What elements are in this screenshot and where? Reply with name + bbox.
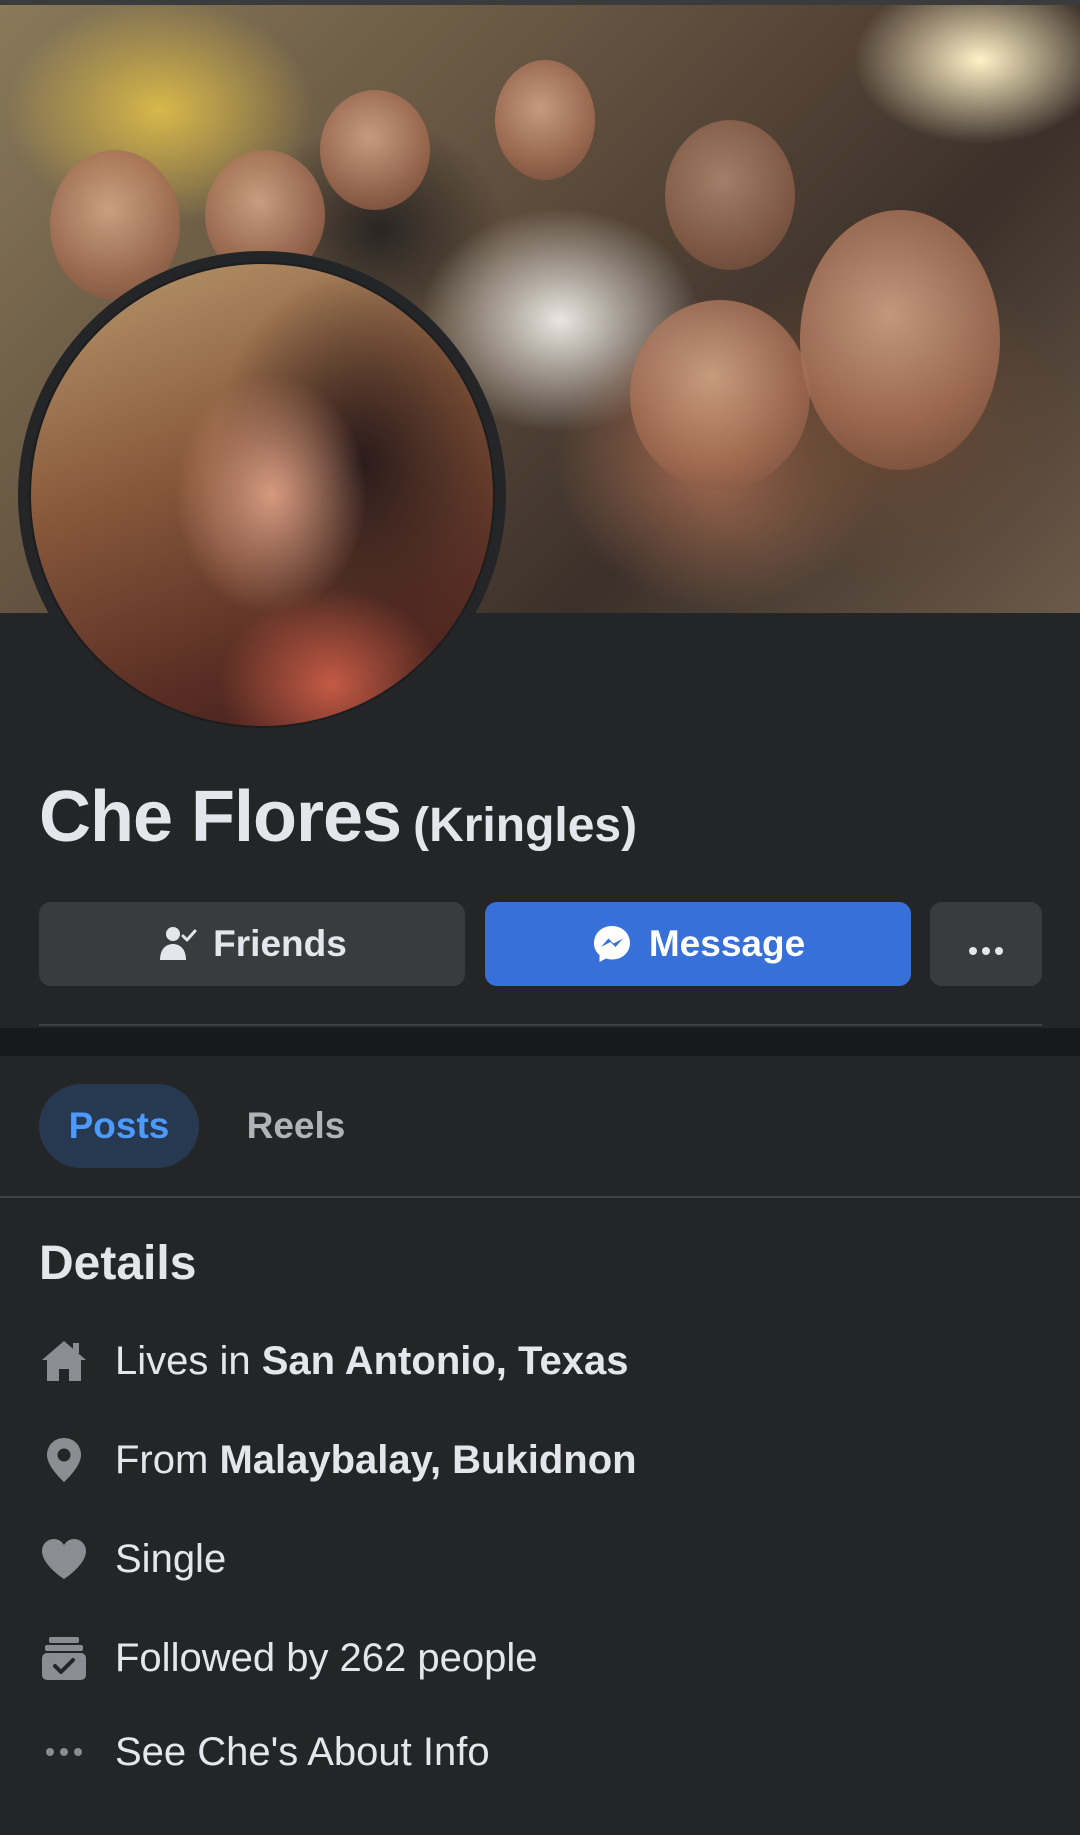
detail-about-text[interactable]: See Che's About Info: [115, 1730, 490, 1775]
profile-name: Che Flores: [39, 777, 402, 857]
more-dots-icon: [968, 923, 1004, 965]
detail-followers-text[interactable]: Followed by 262 people: [115, 1636, 538, 1681]
profile-name-row: Che Flores (Kringles): [39, 776, 637, 858]
person-check-icon: [157, 924, 197, 964]
tab-reels[interactable]: Reels: [226, 1084, 366, 1168]
more-dots-icon: [39, 1727, 89, 1777]
detail-lives-place[interactable]: San Antonio, Texas: [262, 1339, 629, 1384]
followers-icon: [39, 1633, 89, 1683]
message-button[interactable]: Message: [485, 902, 911, 986]
home-icon: [39, 1336, 89, 1386]
profile-nickname: (Kringles): [413, 799, 638, 852]
divider: [39, 1024, 1042, 1026]
details-title: Details: [39, 1237, 197, 1290]
location-pin-icon: [39, 1435, 89, 1485]
cover-person: [630, 300, 810, 490]
cover-person: [320, 90, 430, 210]
section-separator: [0, 1028, 1080, 1056]
friends-button[interactable]: Friends: [39, 902, 465, 986]
detail-followers: Followed by 262 people: [39, 1626, 538, 1690]
detail-about-link[interactable]: See Che's About Info: [39, 1720, 490, 1784]
heart-icon: [39, 1534, 89, 1584]
more-options-button[interactable]: [930, 902, 1042, 986]
tab-posts[interactable]: Posts: [39, 1084, 199, 1168]
detail-from: From Malaybalay, Bukidnon: [39, 1428, 637, 1492]
detail-lives-prefix: Lives in: [115, 1338, 251, 1383]
detail-relationship-text: Single: [115, 1536, 227, 1581]
cover-person: [800, 210, 1000, 470]
message-button-label: Message: [648, 923, 806, 964]
detail-lives-in: Lives in San Antonio, Texas: [39, 1329, 628, 1393]
cover-person: [665, 120, 795, 270]
status-divider: [0, 0, 1080, 5]
detail-from-prefix: From: [115, 1437, 209, 1482]
friends-button-label: Friends: [213, 923, 347, 964]
profile-avatar[interactable]: [29, 262, 495, 728]
tabs-divider: [0, 1196, 1080, 1198]
detail-relationship: Single: [39, 1527, 226, 1591]
detail-from-place[interactable]: Malaybalay, Bukidnon: [219, 1438, 636, 1483]
cover-person: [495, 60, 595, 180]
messenger-icon: [591, 923, 633, 965]
